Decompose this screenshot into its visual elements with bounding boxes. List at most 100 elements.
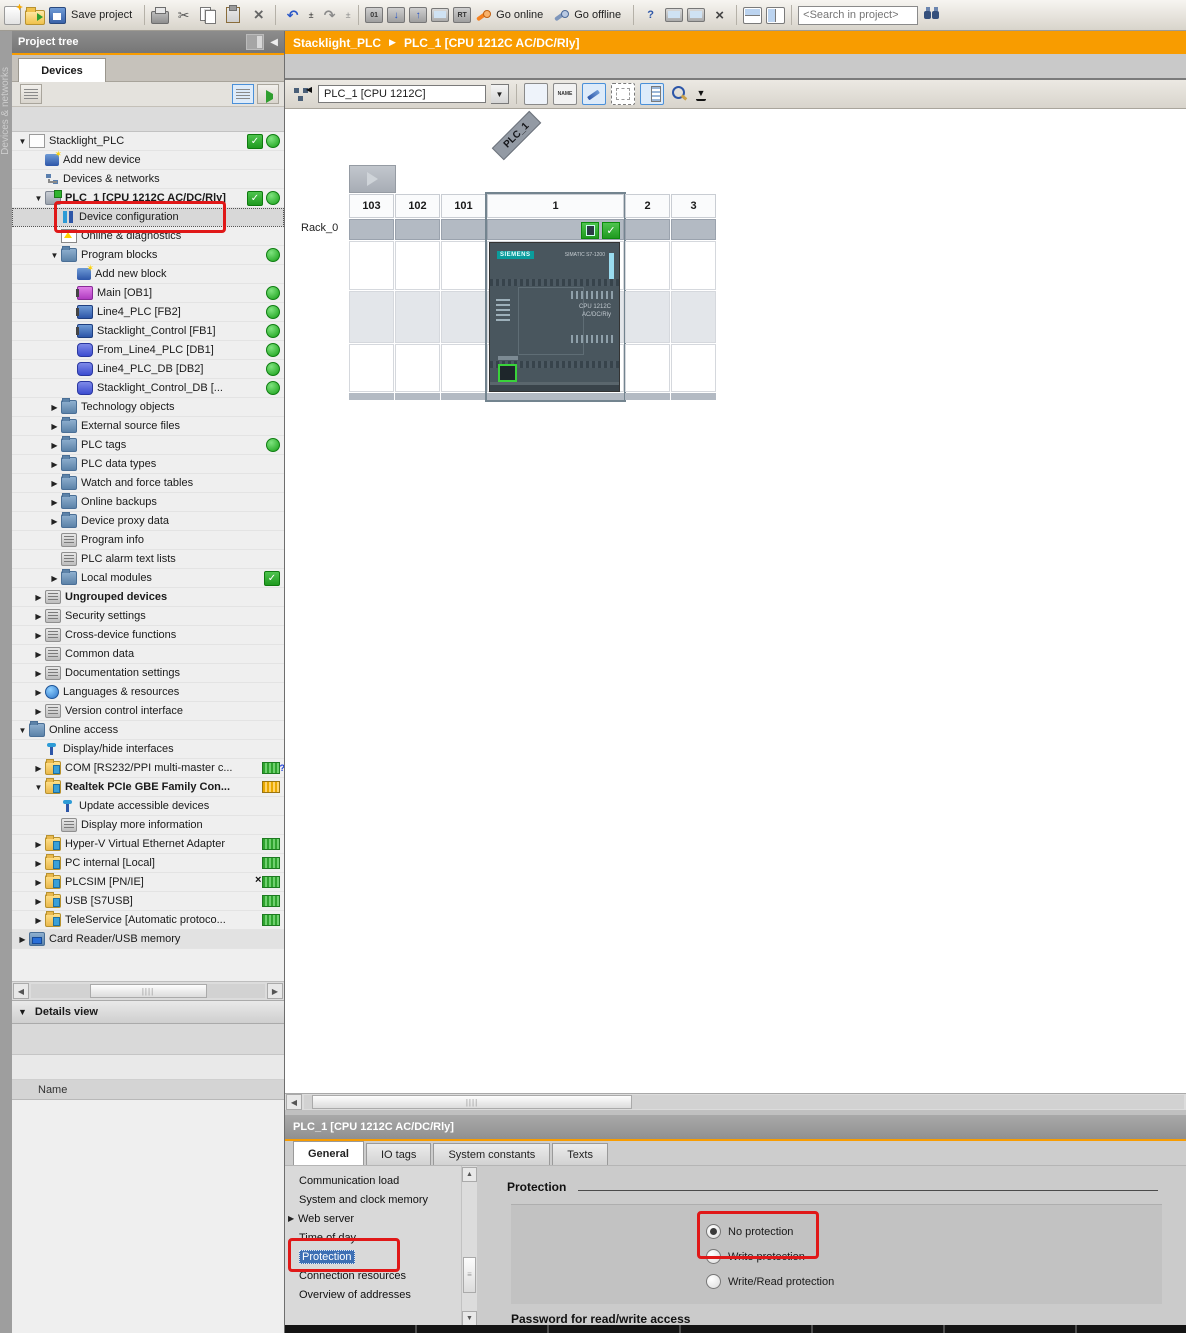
tree-item-version-control-interface[interactable]: ▶Version control interface bbox=[12, 702, 284, 721]
tree-item-documentation-settings[interactable]: ▶Documentation settings bbox=[12, 664, 284, 683]
radio-write-read-protection[interactable] bbox=[706, 1274, 721, 1289]
tree-item-add-new-block[interactable]: Add new block bbox=[12, 265, 284, 284]
tree-item-update-accessible-devices[interactable]: Update accessible devices bbox=[12, 797, 284, 816]
split-editor-horizontal-icon[interactable] bbox=[743, 7, 762, 24]
tab-devices[interactable]: Devices bbox=[18, 58, 106, 82]
go-online-button[interactable]: Go online bbox=[496, 9, 543, 21]
rack-slot-2[interactable]: 2 bbox=[625, 194, 670, 400]
expander-icon[interactable]: ▶ bbox=[32, 916, 45, 925]
radio-row-write-read-protection[interactable]: Write/Read protection bbox=[511, 1269, 1162, 1294]
expander-icon[interactable]: ▼ bbox=[16, 726, 29, 735]
save-project-icon[interactable] bbox=[49, 7, 66, 24]
radio-write-protection[interactable] bbox=[706, 1249, 721, 1264]
cut-icon[interactable]: ✂ bbox=[173, 5, 194, 25]
expander-icon[interactable]: ▶ bbox=[48, 479, 61, 488]
compile-icon[interactable]: 01 bbox=[365, 7, 383, 23]
tree-item-hyper-v-virtual-ethernet-adapter[interactable]: ▶Hyper-V Virtual Ethernet Adapter bbox=[12, 835, 284, 854]
slot-cell[interactable] bbox=[395, 344, 440, 392]
tree-item-line4-plc-fb2[interactable]: Line4_PLC [FB2] bbox=[12, 303, 284, 322]
open-project-icon[interactable] bbox=[25, 10, 45, 25]
expander-icon[interactable]: ▶ bbox=[48, 460, 61, 469]
expander-icon[interactable]: ▶ bbox=[48, 574, 61, 583]
slot-cell[interactable] bbox=[349, 344, 394, 392]
save-project-button[interactable]: Save project bbox=[71, 9, 132, 21]
expander-icon[interactable]: ▶ bbox=[32, 669, 45, 678]
tree-item-online-access[interactable]: ▼Online access bbox=[12, 721, 284, 740]
tree-item-teleservice-automatic-protoco[interactable]: ▶TeleService [Automatic protoco... bbox=[12, 911, 284, 930]
start-cpu-icon[interactable] bbox=[431, 8, 449, 22]
expander-icon[interactable]: ▼ bbox=[48, 251, 61, 260]
expander-icon[interactable]: ▶ bbox=[288, 1214, 298, 1223]
scroll-up-icon[interactable]: ▲ bbox=[462, 1167, 477, 1182]
cpu-module[interactable]: SIEMENSSIMATIC S7-1200CPU 1212CAC/DC/Rly bbox=[489, 242, 620, 392]
nav-item-communication-load[interactable]: Communication load bbox=[285, 1171, 461, 1190]
tree-item-card-reader-usb-memory[interactable]: ▶Card Reader/USB memory bbox=[12, 930, 284, 949]
rack-slot-102[interactable]: 102 bbox=[395, 194, 440, 400]
find-icon[interactable] bbox=[922, 5, 943, 25]
expander-icon[interactable]: ▶ bbox=[48, 422, 61, 431]
nav-item-overview-of-addresses[interactable]: Overview of addresses bbox=[285, 1285, 461, 1304]
expander-icon[interactable]: ▶ bbox=[32, 764, 45, 773]
rack-slot-1[interactable]: 1✓SIEMENSSIMATIC S7-1200CPU 1212CAC/DC/R… bbox=[487, 194, 624, 400]
grid-icon[interactable] bbox=[611, 83, 635, 105]
accessible-devices-icon[interactable]: ? bbox=[640, 5, 661, 25]
slot-cell[interactable] bbox=[395, 241, 440, 290]
expander-icon[interactable]: ▶ bbox=[32, 897, 45, 906]
tree-item-watch-and-force-tables[interactable]: ▶Watch and force tables bbox=[12, 474, 284, 493]
tree-item-program-blocks[interactable]: ▼Program blocks bbox=[12, 246, 284, 265]
slot-cell[interactable] bbox=[671, 241, 716, 290]
tree-item-stacklight-control-fb1[interactable]: Stacklight_Control [FB1] bbox=[12, 322, 284, 341]
expander-icon[interactable]: ▶ bbox=[32, 650, 45, 659]
expander-icon[interactable]: ▼ bbox=[16, 137, 29, 146]
tree-item-devices-networks[interactable]: Devices & networks bbox=[12, 170, 284, 189]
undo-icon[interactable]: ↶ bbox=[282, 5, 303, 25]
tree-item-plc-alarm-text-lists[interactable]: PLC alarm text lists bbox=[12, 550, 284, 569]
slot-cell[interactable] bbox=[671, 291, 716, 343]
radio-row-no-protection[interactable]: No protection bbox=[511, 1219, 1162, 1244]
network-view-icon[interactable] bbox=[291, 84, 313, 104]
tree-item-local-modules[interactable]: ▶Local modules✓ bbox=[12, 569, 284, 588]
properties-nav-scrollbar[interactable]: ▲ ≡ ▼ bbox=[461, 1166, 477, 1327]
tree-item-online-backups[interactable]: ▶Online backups bbox=[12, 493, 284, 512]
show-labels-icon[interactable] bbox=[582, 83, 606, 105]
device-selector[interactable]: PLC_1 [CPU 1212C] bbox=[318, 85, 486, 103]
tree-item-ungrouped-devices[interactable]: ▶Ungrouped devices bbox=[12, 588, 284, 607]
nav-item-web-server[interactable]: ▶Web server bbox=[285, 1209, 461, 1228]
details-chevron-icon[interactable]: ▼ bbox=[18, 1007, 27, 1017]
expander-icon[interactable]: ▶ bbox=[16, 935, 29, 944]
paste-icon[interactable] bbox=[223, 5, 244, 25]
tree-item-from-line4-plc-db1[interactable]: From_Line4_PLC [DB1] bbox=[12, 341, 284, 360]
slot-cell[interactable] bbox=[441, 344, 486, 392]
redo-options-icon[interactable]: ± bbox=[344, 5, 352, 25]
cross-reference-icon[interactable]: × bbox=[709, 5, 730, 25]
go-offline-icon[interactable] bbox=[553, 8, 569, 22]
rack-slot-103[interactable]: 103 bbox=[349, 194, 394, 400]
nav-item-connection-resources[interactable]: Connection resources bbox=[285, 1266, 461, 1285]
tree-item-com-rs232-ppi-multi-master-c[interactable]: ▶COM [RS232/PPI multi-master c...? bbox=[12, 759, 284, 778]
start-simulation-icon[interactable] bbox=[665, 8, 683, 22]
slot-cell[interactable] bbox=[625, 241, 670, 290]
tree-horizontal-scrollbar[interactable]: ◀ |||| ▶ bbox=[12, 981, 284, 1000]
tree-item-external-source-files[interactable]: ▶External source files bbox=[12, 417, 284, 436]
scroll-left-icon[interactable]: ◀ bbox=[13, 983, 29, 999]
slot-cell[interactable] bbox=[349, 291, 394, 343]
list-view-icon[interactable] bbox=[232, 84, 254, 104]
delete-icon[interactable]: × bbox=[248, 5, 269, 25]
measure-icon[interactable] bbox=[524, 83, 548, 105]
expander-icon[interactable]: ▼ bbox=[32, 194, 45, 203]
slot-cell[interactable] bbox=[441, 241, 486, 290]
zoom-options-icon[interactable]: ▼ bbox=[696, 87, 706, 101]
slot-cell[interactable] bbox=[395, 291, 440, 343]
expander-icon[interactable]: ▼ bbox=[32, 783, 45, 792]
tree-item-security-settings[interactable]: ▶Security settings bbox=[12, 607, 284, 626]
redo-icon[interactable]: ↷ bbox=[319, 5, 340, 25]
expander-icon[interactable]: ▶ bbox=[32, 612, 45, 621]
scrollbar-thumb[interactable]: ≡ bbox=[463, 1257, 476, 1293]
scrollbar-thumb[interactable]: |||| bbox=[90, 984, 207, 998]
tree-item-online-diagnostics[interactable]: Online & diagnostics bbox=[12, 227, 284, 246]
tree-item-display-hide-interfaces[interactable]: Display/hide interfaces bbox=[12, 740, 284, 759]
details-name-header[interactable]: Name bbox=[12, 1080, 284, 1100]
breadcrumb-page[interactable]: PLC_1 [CPU 1212C AC/DC/Rly] bbox=[404, 36, 580, 50]
breadcrumb-project[interactable]: Stacklight_PLC bbox=[293, 36, 381, 50]
tree-item-technology-objects[interactable]: ▶Technology objects bbox=[12, 398, 284, 417]
